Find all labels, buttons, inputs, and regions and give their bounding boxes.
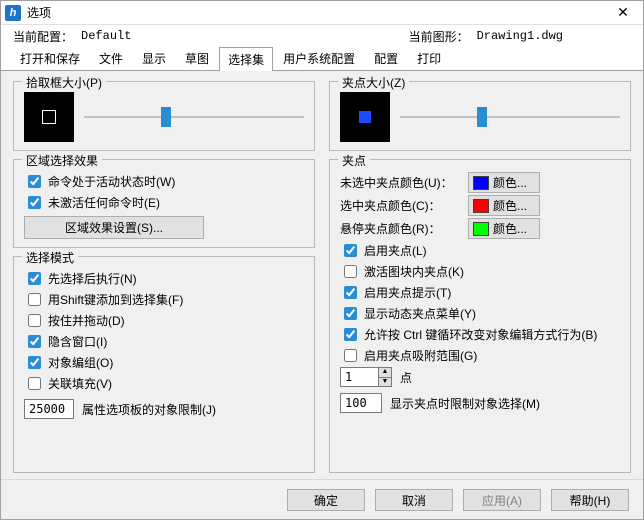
chk-snap-range[interactable]: 启用夹点吸附范围(G) [340, 346, 620, 365]
grip-preview [340, 92, 390, 142]
current-config-label: 当前配置： [13, 28, 73, 45]
right-column: 夹点大小(Z) 夹点 未选中夹点颜色(U)： 颜色... [329, 81, 631, 473]
chk-ctrl-cycle[interactable]: 允许按 Ctrl 键循环改变对象编辑方式行为(B) [340, 325, 620, 344]
chk-enable-grips[interactable]: 启用夹点(L) [340, 241, 620, 260]
tab-profiles[interactable]: 配置 [365, 46, 407, 70]
tab-drafting[interactable]: 草图 [176, 46, 218, 70]
grip-point-input[interactable] [340, 367, 378, 387]
chk-dyn-grip-menu[interactable]: 显示动态夹点菜单(Y) [340, 304, 620, 323]
hover-grip-color-label: 悬停夹点颜色(R)： [340, 220, 460, 237]
pickbox-preview [24, 92, 74, 142]
left-column: 拾取框大小(P) 区域选择效果 命令处于活动状态时(W) 未激活任何命令时(E) [13, 81, 315, 473]
chk-shift-add[interactable]: 用Shift键添加到选择集(F) [24, 290, 304, 309]
grips-group: 夹点 未选中夹点颜色(U)： 颜色... 选中夹点颜色(C)： 颜色... 悬停… [329, 159, 631, 473]
options-dialog: h 选项 ✕ 当前配置： Default 当前图形： Drawing1.dwg … [0, 0, 644, 520]
region-legend: 区域选择效果 [22, 152, 102, 169]
info-row: 当前配置： Default 当前图形： Drawing1.dwg [1, 25, 643, 47]
cancel-button[interactable]: 取消 [375, 489, 453, 511]
app-icon: h [5, 5, 21, 21]
pickbox-slider[interactable] [84, 107, 304, 127]
chk-grips-in-blocks[interactable]: 激活图块内夹点(K) [340, 262, 620, 281]
gripsize-legend: 夹点大小(Z) [338, 74, 409, 91]
region-effects-group: 区域选择效果 命令处于活动状态时(W) 未激活任何命令时(E) 区域效果设置(S… [13, 159, 315, 248]
tab-open-save[interactable]: 打开和保存 [11, 46, 89, 70]
swatch-blue-icon [473, 176, 489, 190]
current-config-value: Default [81, 29, 131, 43]
chk-noun-verb[interactable]: 先选择后执行(N) [24, 269, 304, 288]
chk-press-drag[interactable]: 按住并拖动(D) [24, 311, 304, 330]
chk-object-groups[interactable]: 对象编组(O) [24, 353, 304, 372]
tab-user-prefs[interactable]: 用户系统配置 [274, 46, 364, 70]
tab-print[interactable]: 打印 [408, 46, 450, 70]
tab-files[interactable]: 文件 [90, 46, 132, 70]
grip-point-spinner[interactable]: ▲▼ [340, 367, 392, 387]
tab-display[interactable]: 显示 [133, 46, 175, 70]
swatch-green-icon [473, 222, 489, 236]
grip-limit-label: 显示夹点时限制对象选择(M) [390, 395, 540, 412]
chk-implied-window[interactable]: 隐含窗口(I) [24, 332, 304, 351]
chk-active-command[interactable]: 命令处于活动状态时(W) [24, 172, 304, 191]
tab-selection[interactable]: 选择集 [219, 47, 273, 71]
apply-button[interactable]: 应用(A) [463, 489, 541, 511]
tabs-bar: 打开和保存 文件 显示 草图 选择集 用户系统配置 配置 打印 [1, 47, 643, 71]
grip-size-group: 夹点大小(Z) [329, 81, 631, 151]
current-drawing-label: 当前图形： [409, 28, 469, 45]
chk-not-active[interactable]: 未激活任何命令时(E) [24, 193, 304, 212]
grip-limit-input[interactable] [340, 393, 382, 413]
palette-limit-label: 属性选项板的对象限制(J) [82, 401, 216, 418]
help-button[interactable]: 帮助(H) [551, 489, 629, 511]
unselected-grip-color-label: 未选中夹点颜色(U)： [340, 174, 460, 191]
close-button[interactable]: ✕ [607, 2, 639, 24]
swatch-red-icon [473, 199, 489, 213]
content-area: 拾取框大小(P) 区域选择效果 命令处于活动状态时(W) 未激活任何命令时(E) [1, 71, 643, 479]
spin-down-icon[interactable]: ▼ [378, 377, 392, 387]
spin-up-icon[interactable]: ▲ [378, 367, 392, 377]
titlebar: h 选项 ✕ [1, 1, 643, 25]
pickbox-legend: 拾取框大小(P) [22, 74, 106, 91]
ok-button[interactable]: 确定 [287, 489, 365, 511]
window-title: 选项 [27, 4, 607, 21]
pickbox-preview-square [42, 110, 56, 124]
palette-limit-input[interactable] [24, 399, 74, 419]
selected-grip-color-button[interactable]: 颜色... [468, 195, 540, 216]
grip-preview-square [359, 111, 371, 123]
grip-slider[interactable] [400, 107, 620, 127]
selected-grip-color-label: 选中夹点颜色(C)： [340, 197, 460, 214]
unselected-grip-color-button[interactable]: 颜色... [468, 172, 540, 193]
hover-grip-color-button[interactable]: 颜色... [468, 218, 540, 239]
footer: 确定 取消 应用(A) 帮助(H) [1, 479, 643, 519]
mode-legend: 选择模式 [22, 249, 78, 266]
selection-mode-group: 选择模式 先选择后执行(N) 用Shift键添加到选择集(F) 按住并拖动(D)… [13, 256, 315, 473]
chk-assoc-hatch[interactable]: 关联填充(V) [24, 374, 304, 393]
grips-legend: 夹点 [338, 152, 370, 169]
chk-grip-tips[interactable]: 启用夹点提示(T) [340, 283, 620, 302]
current-drawing-value: Drawing1.dwg [477, 29, 563, 43]
region-settings-button[interactable]: 区域效果设置(S)... [24, 216, 204, 239]
grip-point-label: 点 [400, 369, 412, 386]
pickbox-size-group: 拾取框大小(P) [13, 81, 315, 151]
